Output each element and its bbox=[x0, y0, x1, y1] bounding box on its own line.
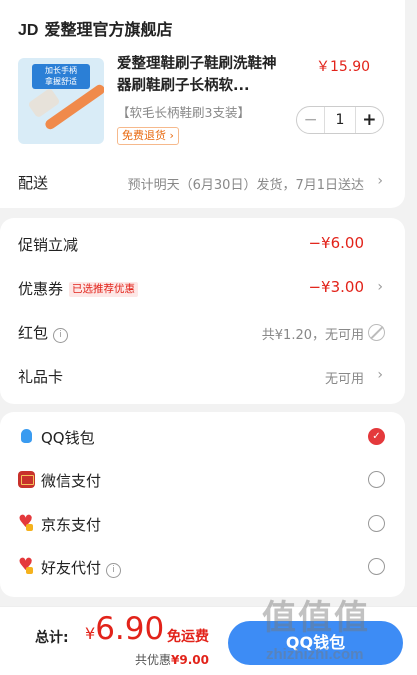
store-header[interactable]: JD 爱整理官方旗舰店 bbox=[18, 16, 172, 40]
redpacket-value: 共¥1.20，无可用 bbox=[261, 328, 364, 343]
qq-wallet-icon bbox=[18, 428, 35, 445]
promotion-value: −¥6.00 bbox=[308, 234, 364, 252]
coupon-label: 优惠券 bbox=[18, 280, 64, 298]
chevron-right-icon: › bbox=[377, 173, 383, 189]
redpacket-row: 红包 i 共¥1.20，无可用 bbox=[0, 316, 405, 346]
decrease-button[interactable]: − bbox=[297, 110, 324, 130]
free-shipping-label: 免运费 bbox=[167, 629, 209, 645]
radio-icon[interactable] bbox=[368, 558, 385, 575]
payment-label-group: 好友代付 i bbox=[41, 557, 122, 578]
redpacket-label-group: 红包 i bbox=[18, 322, 69, 343]
delivery-row[interactable]: 配送 预计明天（6月30日）发货，7月1日送达 › bbox=[0, 166, 405, 196]
discount-value: ¥9.00 bbox=[171, 653, 209, 667]
coupon-label-group: 优惠券 已选推荐优惠 bbox=[18, 278, 139, 299]
jd-logo-icon: JD bbox=[18, 22, 39, 39]
thumbnail-tag: 加长手柄 拿握舒适 bbox=[32, 64, 90, 89]
payment-option-friend[interactable]: 好友代付 i bbox=[0, 552, 405, 582]
info-icon[interactable]: i bbox=[106, 563, 122, 578]
friend-pay-icon bbox=[18, 555, 35, 575]
payment-label: 好友代付 bbox=[41, 559, 102, 577]
chevron-right-icon: › bbox=[377, 367, 383, 383]
promotion-label: 促销立减 bbox=[18, 236, 79, 254]
redpacket-label: 红包 bbox=[18, 324, 49, 342]
unavailable-icon bbox=[368, 324, 385, 341]
coupon-value: −¥3.00 bbox=[308, 278, 364, 296]
product-thumbnail[interactable]: 加长手柄 拿握舒适 bbox=[18, 58, 104, 144]
discount-summary: 共优惠¥9.00 bbox=[135, 651, 209, 668]
payment-label: QQ钱包 bbox=[41, 429, 95, 447]
wechat-pay-icon bbox=[18, 471, 35, 488]
currency-symbol: ¥ bbox=[85, 624, 96, 643]
quantity-input[interactable]: 1 bbox=[324, 107, 356, 133]
free-return-badge[interactable]: 免费退货 › bbox=[117, 127, 179, 145]
payment-methods-card: QQ钱包 ✓ 微信支付 京东支付 好友代付 i bbox=[0, 412, 405, 597]
total-amount: ¥6.90 bbox=[85, 611, 164, 647]
total-value: 6.90 bbox=[95, 611, 165, 647]
payment-option-qq[interactable]: QQ钱包 ✓ bbox=[0, 422, 405, 452]
jd-pay-icon bbox=[18, 512, 35, 532]
store-card: JD 爱整理官方旗舰店 加长手柄 拿握舒适 爱整理鞋刷子鞋刷洗鞋神器刷鞋刷子长柄软… bbox=[0, 0, 405, 208]
info-icon[interactable]: i bbox=[53, 328, 69, 343]
payment-label: 京东支付 bbox=[41, 516, 102, 534]
radio-icon[interactable] bbox=[368, 471, 385, 488]
giftcard-label: 礼品卡 bbox=[18, 368, 64, 386]
payment-option-wechat[interactable]: 微信支付 bbox=[0, 465, 405, 495]
radio-icon[interactable] bbox=[368, 515, 385, 532]
free-return-label: 免费退货 bbox=[122, 129, 166, 142]
product-title[interactable]: 爱整理鞋刷子鞋刷洗鞋神器刷鞋刷子长柄软... bbox=[117, 53, 289, 97]
chevron-right-icon: › bbox=[169, 129, 174, 142]
payment-option-jd[interactable]: 京东支付 bbox=[0, 509, 405, 539]
delivery-value: 预计明天（6月30日）发货，7月1日送达 bbox=[127, 178, 364, 193]
coupon-row[interactable]: 优惠券 已选推荐优惠 −¥3.00 › bbox=[0, 272, 405, 302]
giftcard-row[interactable]: 礼品卡 无可用 › bbox=[0, 360, 405, 390]
coupon-badge: 已选推荐优惠 bbox=[69, 282, 139, 297]
store-name: 爱整理官方旗舰店 bbox=[44, 20, 173, 39]
total-label: 总计: bbox=[35, 630, 69, 646]
giftcard-value: 无可用 bbox=[324, 372, 364, 387]
promotion-row: 促销立减 −¥6.00 bbox=[0, 228, 405, 258]
product-price: ￥15.90 bbox=[316, 59, 371, 75]
delivery-label: 配送 bbox=[18, 174, 49, 192]
increase-button[interactable]: + bbox=[356, 110, 383, 130]
quantity-stepper: − 1 + bbox=[296, 106, 384, 134]
promotions-card: 促销立减 −¥6.00 优惠券 已选推荐优惠 −¥3.00 › 红包 i 共¥1.2… bbox=[0, 218, 405, 404]
pay-button[interactable]: QQ钱包 bbox=[228, 621, 403, 665]
chevron-right-icon: › bbox=[377, 279, 383, 295]
checkout-bar: 总计: ¥6.90 免运费 共优惠¥9.00 QQ钱包 bbox=[0, 606, 417, 675]
radio-checked-icon[interactable]: ✓ bbox=[368, 428, 385, 445]
discount-label: 共优惠 bbox=[135, 653, 172, 667]
payment-label: 微信支付 bbox=[41, 472, 102, 490]
product-spec[interactable]: 【软毛长柄鞋刷3支装】 bbox=[117, 102, 250, 121]
